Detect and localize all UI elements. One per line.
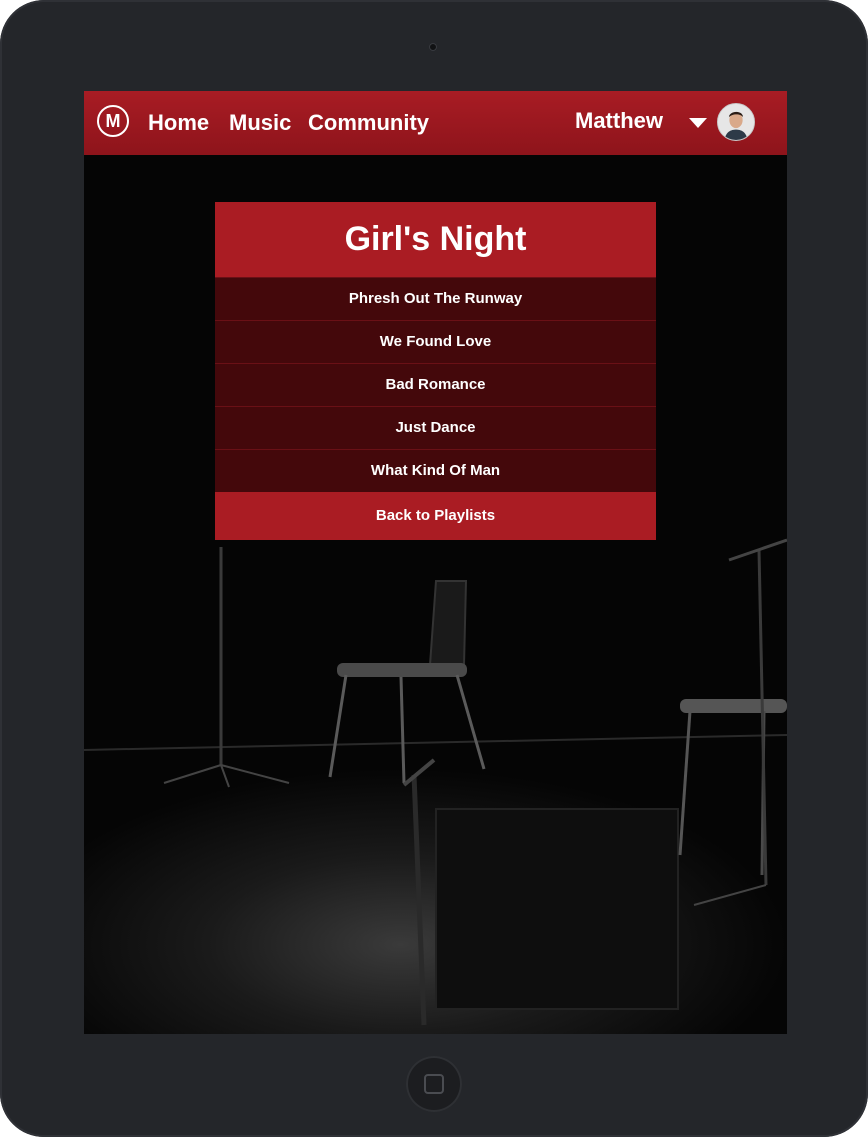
track-item[interactable]: Bad Romance — [215, 363, 656, 406]
track-item[interactable]: Just Dance — [215, 406, 656, 449]
home-square-icon — [424, 1074, 444, 1094]
avatar[interactable] — [717, 103, 755, 141]
track-item[interactable]: We Found Love — [215, 320, 656, 363]
top-navbar: M Home Music Community Matthew — [84, 91, 787, 155]
app-screen: M Home Music Community Matthew Girl's Ni… — [84, 91, 787, 1034]
back-to-playlists-button[interactable]: Back to Playlists — [215, 492, 656, 540]
playlist-title: Girl's Night — [215, 202, 656, 277]
tablet-frame: M Home Music Community Matthew Girl's Ni… — [0, 0, 868, 1137]
user-name[interactable]: Matthew — [575, 108, 663, 134]
track-item[interactable]: Phresh Out The Runway — [215, 277, 656, 320]
nav-link-community[interactable]: Community — [308, 110, 429, 136]
home-button[interactable] — [406, 1056, 462, 1112]
m-logo-icon[interactable]: M — [97, 105, 129, 137]
nav-link-music[interactable]: Music — [229, 110, 291, 136]
track-item[interactable]: What Kind Of Man — [215, 449, 656, 492]
caret-down-icon[interactable] — [689, 118, 707, 128]
nav-link-home[interactable]: Home — [148, 110, 209, 136]
playlist-panel: Girl's Night Phresh Out The Runway We Fo… — [215, 202, 656, 540]
track-list: Phresh Out The Runway We Found Love Bad … — [215, 277, 656, 492]
front-camera — [429, 43, 437, 51]
user-avatar-icon — [718, 104, 754, 140]
